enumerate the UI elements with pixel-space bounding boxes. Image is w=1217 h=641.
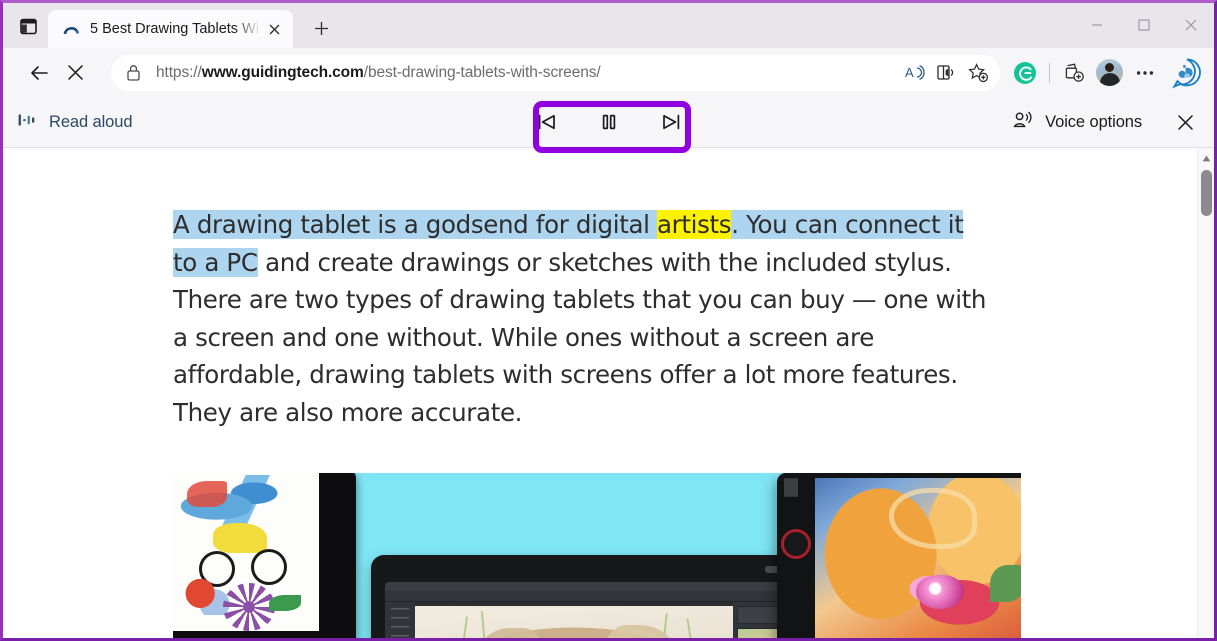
next-paragraph-button[interactable] (651, 105, 691, 139)
artwork-gem (915, 575, 964, 610)
artwork-stem (453, 615, 468, 638)
tab-strip: 5 Best Drawing Tablets With Scre (3, 3, 1214, 48)
page-body: A drawing tablet is a godsend for digita… (3, 148, 1197, 638)
hero-tablet-left-screen (173, 473, 319, 631)
highlighted-word: artists (657, 210, 732, 239)
svg-text:A: A (905, 65, 914, 80)
hero-pen-display-right (777, 473, 1021, 638)
pause-button[interactable] (589, 105, 629, 139)
artwork-hair (605, 625, 683, 638)
minimize-button[interactable] (1073, 3, 1120, 46)
new-tab-icon[interactable] (305, 12, 337, 44)
artwork-stroke (213, 523, 267, 553)
guidingtech-favicon (62, 20, 80, 38)
more-options-icon[interactable] (1128, 56, 1162, 90)
avatar[interactable] (1096, 59, 1123, 86)
artwork-leaf (269, 595, 301, 611)
read-aloud-toolbar: Read aloud Voice options (3, 97, 1214, 148)
navigation-toolbar: https://www.guidingtech.com/best-drawing… (3, 48, 1214, 97)
artwork-swirl (889, 488, 978, 549)
avatar-body (1100, 73, 1120, 86)
hero-pen-display-center (371, 555, 823, 638)
editor-tool-panel (385, 602, 415, 638)
artwork-leaf (990, 565, 1021, 603)
editor-toolbar (385, 591, 809, 602)
article: A drawing tablet is a godsend for digita… (173, 206, 1021, 638)
url-part: /best-drawing-tablets-with-screens/ (363, 63, 601, 81)
hero-right-screen (815, 478, 1021, 638)
tab-title: 5 Best Drawing Tablets With Scre (90, 21, 261, 37)
device-button (796, 478, 798, 497)
artwork-stem (686, 618, 702, 638)
url-text[interactable]: https://www.guidingtech.com/best-drawing… (156, 64, 898, 82)
artwork-flower (223, 583, 275, 631)
maximize-button[interactable] (1120, 3, 1167, 46)
voice-options-button[interactable]: Voice options (1001, 103, 1152, 142)
toolbar-divider (1049, 62, 1050, 83)
read-aloud-icon[interactable]: A (898, 57, 930, 89)
paragraph-remainder: and create drawings or sketches with the… (173, 247, 987, 427)
url-domain: www.guidingtech.com (201, 63, 364, 81)
editor-canvas (415, 606, 733, 638)
address-bar[interactable]: https://www.guidingtech.com/best-drawing… (111, 54, 1000, 91)
read-aloud-right-group: Voice options (1001, 103, 1204, 142)
artwork-wheel (251, 549, 287, 585)
hero-center-screen (385, 582, 809, 638)
avatar-head (1105, 63, 1114, 72)
immersive-reader-icon[interactable] (930, 57, 962, 89)
tab-actions-icon[interactable] (11, 9, 45, 43)
person-speaking-icon (1011, 109, 1033, 136)
close-tab-icon[interactable] (261, 16, 287, 42)
lock-icon[interactable] (125, 63, 142, 82)
window-controls (1073, 3, 1214, 46)
add-favorite-icon[interactable] (962, 57, 994, 89)
read-aloud-title-group: Read aloud (17, 110, 133, 135)
tab-actions-glyph (19, 18, 37, 34)
page-viewport: A drawing tablet is a godsend for digita… (3, 148, 1214, 638)
url-part: https:// (156, 63, 202, 81)
voice-options-label: Voice options (1045, 112, 1142, 131)
scroll-up-icon[interactable] (1198, 150, 1214, 166)
artwork-stroke (187, 481, 227, 507)
read-aloud-title: Read aloud (49, 112, 133, 131)
read-aloud-playback-controls (527, 105, 691, 139)
hero-tablet-left (173, 473, 356, 638)
copilot-icon[interactable] (1168, 54, 1206, 92)
grammarly-icon[interactable] (1008, 56, 1042, 90)
article-paragraph: A drawing tablet is a godsend for digita… (173, 206, 991, 431)
editor-menubar (385, 582, 809, 591)
vertical-scrollbar[interactable] (1197, 148, 1214, 638)
device-dial (781, 529, 811, 559)
exit-read-aloud-icon[interactable] (1166, 105, 1204, 139)
previous-paragraph-button[interactable] (527, 105, 567, 139)
browser-window: 5 Best Drawing Tablets With Scre (0, 0, 1217, 641)
scrollbar-thumb[interactable] (1201, 170, 1212, 216)
close-window-button[interactable] (1167, 3, 1214, 46)
tab-active[interactable]: 5 Best Drawing Tablets With Scre (48, 10, 293, 48)
audio-wave-icon (17, 110, 37, 135)
back-icon[interactable] (21, 55, 57, 91)
hero-image (173, 473, 1021, 638)
stop-loading-icon[interactable] (57, 55, 93, 91)
collections-icon[interactable] (1057, 56, 1091, 90)
artwork-stroke (181, 579, 229, 615)
highlighted-sentence-part1: A drawing tablet is a godsend for digita… (173, 210, 658, 239)
